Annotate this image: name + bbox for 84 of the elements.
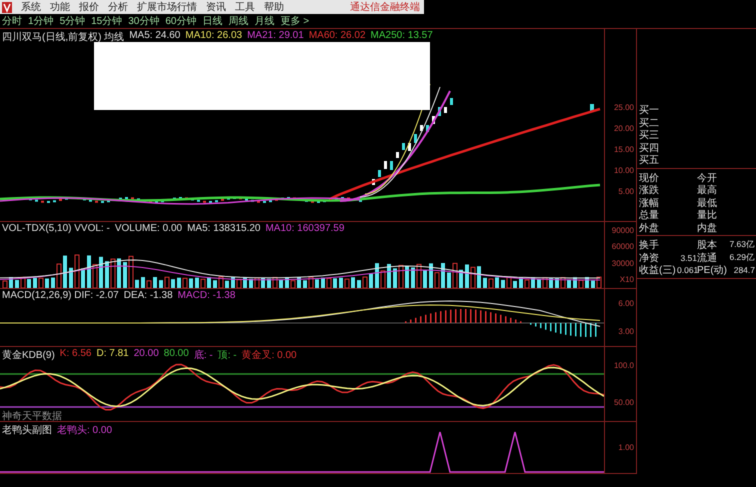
axis-label: 1.00 (618, 443, 634, 452)
menu-item[interactable]: 报价 (79, 0, 99, 14)
legend-value: MA10: 160397.59 (265, 223, 344, 234)
axis-label: 100.0 (614, 361, 634, 370)
axis-label: 3.00 (618, 327, 634, 336)
quote-label: 最低 (697, 196, 718, 210)
quote-label: 最高 (697, 184, 718, 197)
menu-item[interactable]: 工具 (235, 0, 255, 14)
stat-label: 收益(三) (639, 264, 677, 277)
menu-item[interactable]: 系统 (21, 0, 41, 14)
bid-label: 买三 (639, 129, 660, 142)
axis-label: 10.00 (614, 166, 634, 175)
quote-label: 涨跌 (639, 184, 660, 197)
legend-value: MACD: -1.38 (178, 290, 236, 301)
axis-label: 15.00 (614, 145, 634, 154)
axis-label: 20.00 (614, 124, 634, 133)
legend-value: MA5: 24.60 (129, 30, 180, 43)
app-logo-icon[interactable] (2, 2, 12, 12)
quote-label: 内盘 (697, 222, 718, 234)
quote-label: 总量 (639, 208, 660, 222)
axis-label: 5.00 (618, 187, 634, 196)
period-tab[interactable]: 30分钟 (128, 14, 160, 28)
period-tab[interactable]: 60分钟 (165, 14, 196, 28)
legend-value: MACD(12,26,9) DIF: -2.07 (2, 290, 119, 301)
axis-label: 60000 (612, 242, 634, 252)
period-tab[interactable]: 1分钟 (28, 14, 54, 28)
period-tab[interactable]: 更多 > (280, 14, 310, 28)
stat-value: 3.51 (679, 252, 697, 262)
quote-label: 外盘 (639, 222, 660, 234)
legend-value: MA250: 13.57 (370, 30, 433, 43)
quote-label: 现价 (639, 172, 660, 184)
stat-value: 0.061 (677, 265, 697, 275)
menu-item[interactable]: 扩展市场行情 (137, 0, 197, 14)
legend-value: D: 7.81 (96, 348, 129, 361)
legend-value: VOLUME: 0.00 (114, 223, 182, 234)
legend-value: 底: - (194, 348, 213, 362)
stat-label: 换手 (639, 238, 660, 252)
legend-value: MA5: 138315.20 (187, 223, 260, 234)
period-tab[interactable]: 5分钟 (60, 14, 86, 28)
stat-label: PE(动) (697, 264, 727, 277)
legend-value: 四川双马(日线,前复权) 均线 (2, 30, 124, 44)
legend-value: MA10: 26.03 (185, 30, 242, 43)
legend-value: 老鸭头: 0.00 (57, 424, 112, 437)
quote-label: 涨幅 (639, 196, 660, 210)
bid-label: 买二 (639, 116, 660, 130)
stat-value: 7.63亿 (728, 239, 755, 251)
quote-label: 量比 (697, 208, 718, 222)
menu-item[interactable]: 功能 (50, 0, 70, 14)
legend-value: MA60: 26.02 (308, 30, 366, 43)
legend-value: 20.00 (134, 348, 159, 361)
bid-label: 买一 (639, 104, 660, 117)
stat-label: 股本 (697, 238, 718, 252)
legend-value: DEA: -1.38 (124, 290, 173, 301)
period-tab[interactable]: 周线 (228, 14, 248, 28)
indicator-note: 神奇天平数据 (2, 409, 62, 421)
axis-label: 25.00 (614, 103, 634, 112)
period-tab[interactable]: 日线 (202, 14, 222, 28)
menu-item[interactable]: 帮助 (264, 0, 284, 14)
quote-label: 今开 (697, 172, 718, 184)
legend-value: VOL-TDX(5,10) VVOL: - (2, 223, 110, 234)
stat-label: 流通 (697, 252, 718, 264)
legend-value: 老鸭头副图 (2, 424, 52, 437)
axis-label: 50.00 (614, 398, 634, 407)
legend-value: K: 6.56 (60, 348, 92, 361)
stat-value: 284.7 (732, 265, 755, 275)
legend-value: 80.00 (164, 348, 189, 361)
period-tab[interactable]: 月线 (254, 14, 274, 28)
axis-label: 90000 (612, 226, 634, 235)
bid-label: 买五 (639, 154, 660, 167)
legend-value: MA21: 29.01 (247, 30, 304, 43)
legend-value: 黄金KDB(9) (2, 348, 55, 362)
menu-item[interactable]: 资讯 (206, 0, 226, 14)
axis-label: X10 (620, 275, 634, 284)
axis-label: 30000 (612, 258, 634, 268)
terminal-label: 通达信金融终端 (350, 0, 420, 14)
menu-item[interactable]: 分析 (108, 0, 128, 14)
axis-label: 6.00 (618, 298, 634, 308)
bid-label: 买四 (639, 142, 660, 154)
period-tab[interactable]: 15分钟 (91, 14, 122, 28)
stat-label: 净资 (639, 252, 660, 264)
legend-value: 顶: - (218, 349, 237, 362)
legend-value: 黄金叉: 0.00 (242, 348, 297, 362)
period-tab[interactable]: 分时 (2, 14, 22, 28)
stat-value: 6.29亿 (728, 252, 755, 264)
